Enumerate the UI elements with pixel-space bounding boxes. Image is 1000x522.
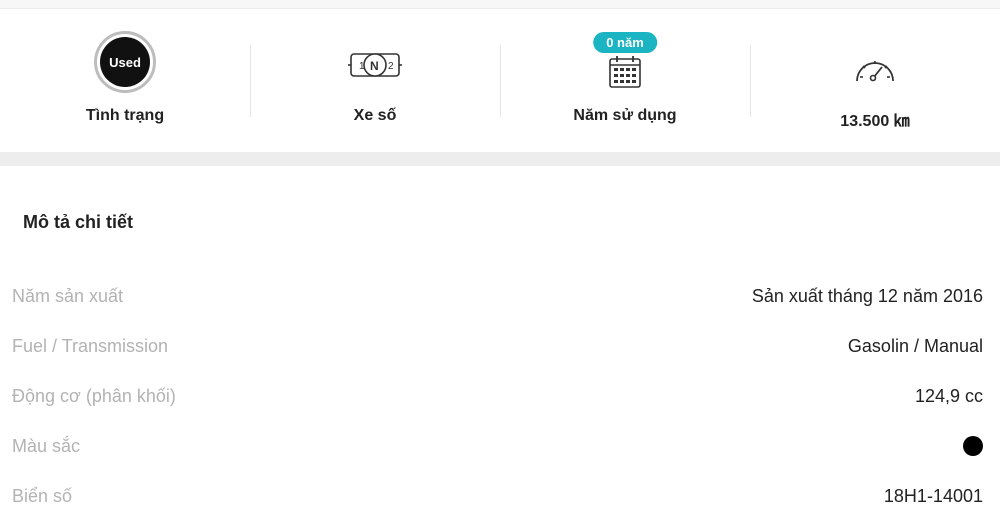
- section-divider: [0, 152, 1000, 166]
- detail-value: Gasolin / Manual: [847, 336, 983, 356]
- detail-row-engine: Động cơ (phân khối) 124,9 cc: [0, 372, 1000, 422]
- detail-value: 18H1-14001: [883, 486, 983, 506]
- detail-key: Năm sản xuất: [12, 286, 124, 306]
- gear-2-text: 2: [388, 61, 394, 72]
- spec-condition: Used Tình trạng: [0, 9, 250, 152]
- color-swatch: [963, 436, 983, 456]
- detail-key: Biển số: [12, 486, 73, 506]
- calendar-icon: [609, 56, 641, 88]
- detail-key: Động cơ (phân khối): [12, 386, 176, 406]
- detail-key: Fuel / Transmission: [12, 336, 169, 356]
- used-badge: Used: [100, 37, 150, 87]
- transmission-label: Xe số: [353, 107, 397, 124]
- gearbox-icon: 1 N 2: [348, 53, 402, 77]
- years-used-label: Năm sử dụng: [573, 107, 677, 124]
- spec-transmission: 1 N 2 Xe số: [250, 9, 500, 152]
- section-title: Mô tả chi tiết: [23, 212, 134, 232]
- spec-years-used: 0 năm Năm sử dụng: [500, 9, 750, 152]
- mileage-label: 13.500 ㎞: [840, 113, 910, 130]
- condition-label: Tình trạng: [85, 107, 165, 124]
- top-strip: [0, 0, 1000, 9]
- gear-1-text: 1: [359, 61, 365, 72]
- detail-row-fuel: Fuel / Transmission Gasolin / Manual: [0, 322, 1000, 372]
- spec-mileage: 13.500 ㎞: [750, 9, 1000, 152]
- speedometer-icon: [856, 61, 894, 82]
- detail-list: Năm sản xuất Sản xuất tháng 12 năm 2016 …: [0, 272, 1000, 522]
- detail-value: 124,9 cc: [914, 386, 983, 406]
- used-badge-ring: Used: [94, 31, 156, 93]
- spec-summary: Used Tình trạng 1 N 2 Xe số 0 năm Năm sử…: [0, 9, 1000, 152]
- detail-key: Màu sắc: [12, 436, 81, 456]
- detail-row-color: Màu sắc: [0, 422, 1000, 472]
- detail-row-year: Năm sản xuất Sản xuất tháng 12 năm 2016: [0, 272, 1000, 322]
- gear-n-text: N: [370, 59, 379, 73]
- detail-value: Sản xuất tháng 12 năm 2016: [751, 286, 983, 306]
